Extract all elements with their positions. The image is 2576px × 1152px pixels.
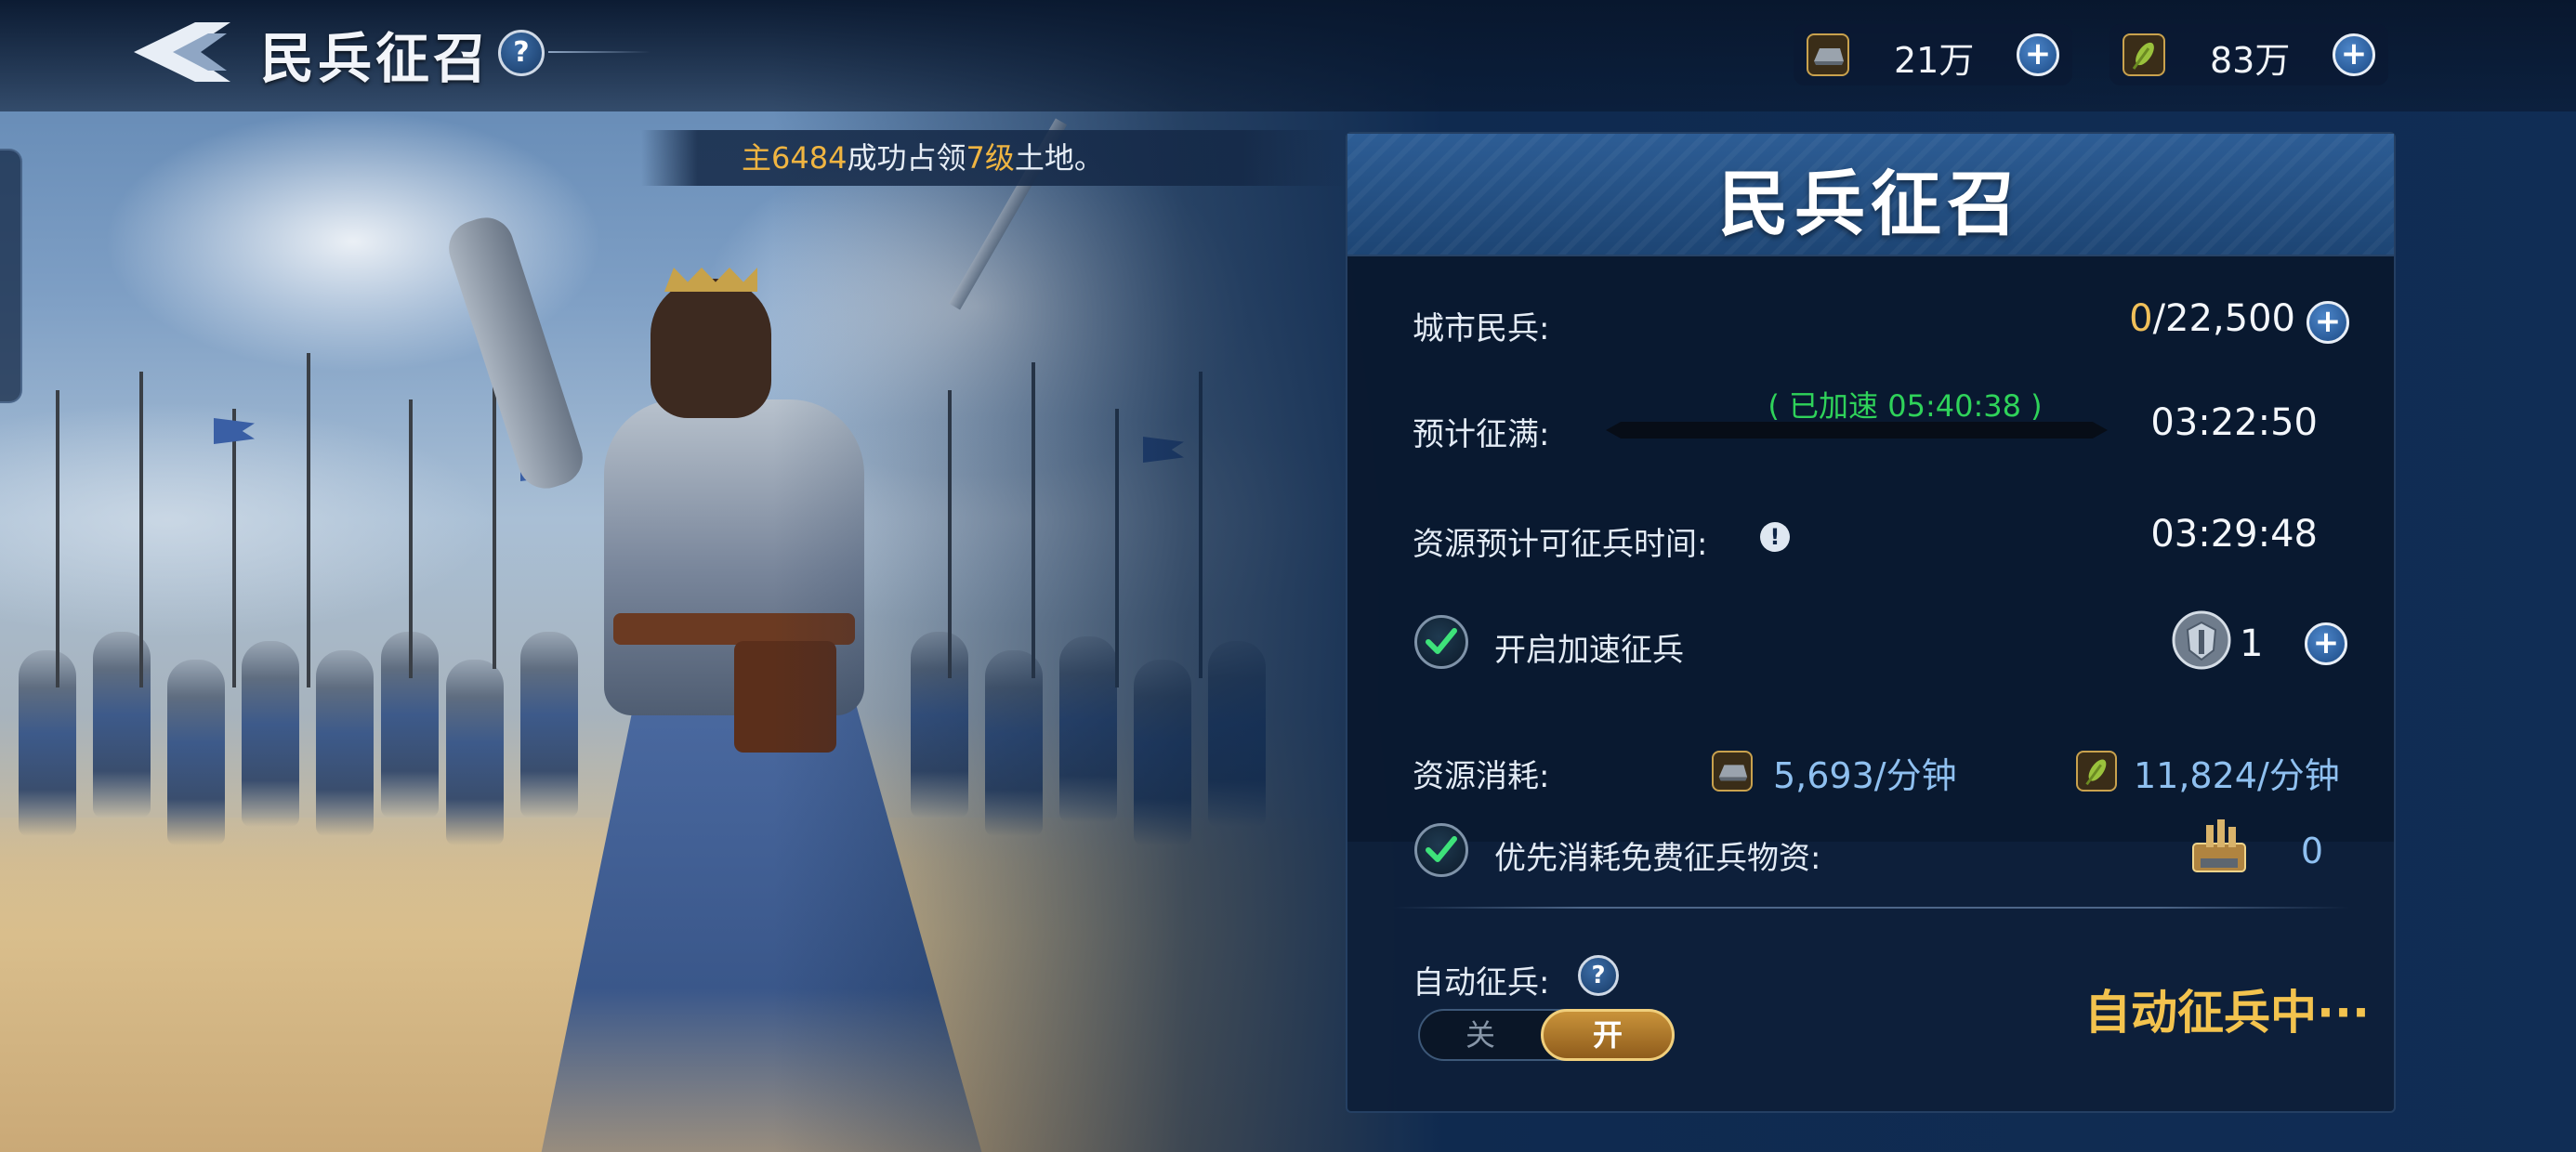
checkmark-icon [1426, 836, 1457, 862]
free-supplies-checkbox[interactable] [1414, 823, 1468, 877]
toggle-on-option[interactable]: 开 [1541, 1009, 1675, 1061]
info-icon[interactable]: ! [1760, 522, 1790, 552]
iron-amount: 21万 [1894, 40, 1975, 81]
page-title: 民兵征召 [260, 27, 492, 90]
auto-recruit-label: 自动征兵: [1413, 964, 1550, 1001]
food-resource: 83万 + [2109, 24, 2388, 85]
help-button[interactable]: ? [498, 30, 545, 76]
side-drawer-tab[interactable] [0, 149, 22, 403]
checkmark-icon [1426, 628, 1457, 654]
speed-up-checkbox[interactable] [1414, 615, 1468, 669]
eta-label: 预计征满: [1413, 416, 1550, 453]
add-food-button[interactable]: + [2333, 33, 2375, 76]
ticker-level: 7级 [966, 140, 1015, 176]
free-supplies-label: 优先消耗免费征兵物资: [1494, 840, 1821, 877]
food-amount: 83万 [2210, 40, 2291, 81]
auto-recruit-help-button[interactable]: ? [1578, 955, 1619, 996]
resource-time-value: 03:29:48 [2150, 513, 2318, 556]
auto-recruit-status: 自动征兵中··· [2084, 986, 2370, 1040]
consumption-label: 资源消耗: [1413, 758, 1550, 795]
wheat-icon [2123, 33, 2165, 76]
iron-ingot-icon [1712, 751, 1753, 792]
news-ticker: 主6484成功占领7级土地。 [641, 130, 1347, 186]
toggle-off-option[interactable]: 关 [1420, 1011, 1541, 1059]
eta-time: 03:22:50 [2150, 401, 2318, 444]
add-militia-button[interactable]: + [2307, 301, 2349, 344]
panel-header: 民兵征召 [1347, 134, 2394, 256]
supply-crate-icon [2184, 812, 2258, 881]
iron-resource: 21万 + [1794, 24, 2072, 85]
ticker-player-id: 6484 [771, 140, 848, 176]
panel-title: 民兵征召 [1718, 163, 2023, 245]
top-bar: 民兵征召 ? 21万 + 83万 + [0, 0, 2576, 108]
speed-up-count: 1 [2240, 622, 2264, 665]
wheat-icon [2076, 751, 2117, 792]
helmet-shield-icon [2171, 609, 2232, 671]
city-militia-label: 城市民兵: [1413, 310, 1550, 347]
add-iron-button[interactable]: + [2017, 33, 2059, 76]
recruit-progress-bar [1606, 422, 2108, 439]
free-supplies-count: 0 [2300, 831, 2323, 871]
iron-ingot-icon [1807, 33, 1849, 76]
auto-recruit-toggle[interactable]: 关 开 [1418, 1009, 1675, 1061]
back-arrow-icon [134, 22, 230, 82]
iron-rate: 5,693/分钟 [1773, 755, 1957, 796]
add-speed-item-button[interactable]: + [2305, 622, 2347, 665]
food-rate: 11,824/分钟 [2134, 755, 2340, 796]
back-button[interactable] [130, 17, 242, 87]
speed-up-label: 开启加速征兵 [1494, 632, 1684, 669]
city-militia-value: 0/22,500 [2129, 297, 2295, 340]
accelerated-note: ( 已加速 05:40:38 ) [1768, 388, 2043, 424]
resource-time-label: 资源预计可征兵时间: [1413, 526, 1708, 563]
recruit-panel: 民兵征召 城市民兵: 0/22,500 + ( 已加速 05:40:38 ) 预… [1346, 132, 2396, 1113]
